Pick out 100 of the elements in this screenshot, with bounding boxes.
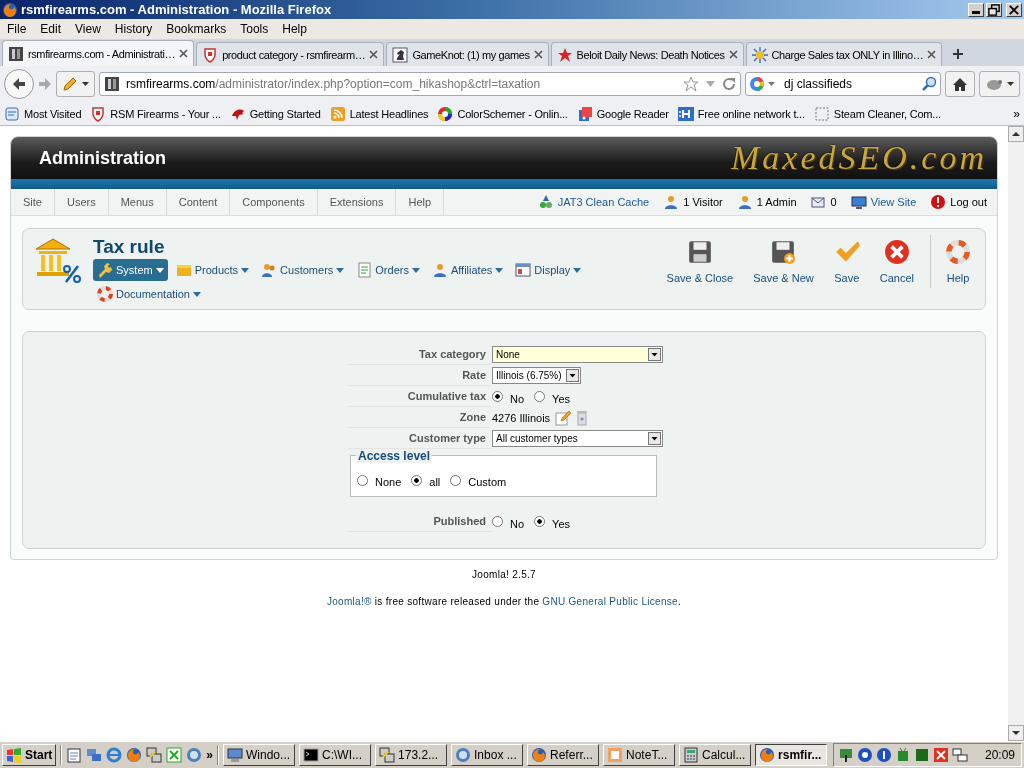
browser-tab[interactable]: GameKnot: (1) my games: [386, 42, 549, 66]
search-icon[interactable]: [921, 76, 937, 92]
radio-button[interactable]: [534, 516, 546, 527]
admin-menu-item[interactable]: Extensions: [317, 189, 397, 215]
warning-icon[interactable]: [932, 747, 949, 763]
browser-tab[interactable]: rsmfirearms.com - Administrati…: [2, 40, 195, 66]
putty-icon[interactable]: [146, 747, 163, 763]
toolbar-button[interactable]: Help: [930, 235, 975, 288]
taskbar-button[interactable]: rsmfir...: [755, 744, 828, 766]
scroll-down-icon[interactable]: [1008, 725, 1024, 741]
taskbar-button[interactable]: C:\WI...: [299, 744, 372, 766]
firefox-icon[interactable]: [126, 747, 143, 763]
admin-menu-item[interactable]: Users: [54, 189, 109, 215]
menu-item[interactable]: Bookmarks: [159, 22, 234, 36]
dropdown[interactable]: Illinois (6.75%): [492, 367, 581, 384]
menu-button[interactable]: Customers: [257, 259, 349, 281]
bookmark-item[interactable]: Getting Started: [229, 105, 321, 122]
bookmark-item[interactable]: Free online network t...: [677, 105, 805, 122]
browser-tab[interactable]: product category - rsmfirearm…: [196, 42, 385, 66]
bookmark-item[interactable]: Google Reader: [576, 105, 669, 122]
admin-menu-item[interactable]: Site: [11, 189, 55, 215]
edit-button[interactable]: [56, 71, 95, 97]
admin-menu-item[interactable]: Menus: [108, 189, 167, 215]
bookmark-item[interactable]: Most Visited: [4, 105, 82, 122]
menu-button[interactable]: Display: [511, 259, 586, 281]
toolbar-button[interactable]: Save: [829, 239, 864, 284]
pencil-icon: [62, 76, 78, 92]
radio-button[interactable]: [450, 474, 462, 486]
start-button[interactable]: Start: [2, 744, 57, 766]
admin-menu-item[interactable]: Components: [230, 189, 318, 215]
radio-button[interactable]: [357, 474, 368, 486]
email-icon[interactable]: [186, 747, 203, 763]
taskbar-button[interactable]: NoteT...: [603, 744, 676, 766]
home-button[interactable]: [945, 71, 975, 97]
dropdown[interactable]: None: [492, 346, 663, 363]
radio-button[interactable]: [411, 474, 423, 486]
footer-link[interactable]: GNU General Public License: [542, 596, 678, 607]
close-button[interactable]: [1006, 2, 1022, 17]
radio-button[interactable]: [492, 516, 503, 527]
network-icon[interactable]: [837, 747, 854, 763]
ie-icon[interactable]: [106, 747, 123, 763]
menu-button[interactable]: Products: [171, 259, 254, 281]
caret-icon[interactable]: [768, 82, 775, 86]
bookmark-item[interactable]: ColorSchemer - Onlin...: [437, 105, 568, 122]
footer-link[interactable]: Joomla!®: [326, 596, 372, 607]
close-icon[interactable]: [728, 50, 738, 59]
admin-menu-item[interactable]: Help: [396, 189, 445, 215]
menu-item[interactable]: File: [0, 22, 34, 36]
menu-item[interactable]: Tools: [233, 22, 276, 36]
monitors-icon[interactable]: [951, 747, 968, 763]
back-button[interactable]: [4, 69, 34, 99]
toolbar-button[interactable]: Save & New: [749, 239, 818, 284]
menu-button[interactable]: System: [93, 259, 168, 281]
edit-icon[interactable]: [555, 409, 572, 426]
menu-button[interactable]: Documentation: [93, 283, 205, 305]
taskbar-button[interactable]: Calcul...: [679, 744, 752, 766]
radio-label: all: [429, 476, 441, 488]
radio-button[interactable]: [534, 391, 546, 402]
restore-button[interactable]: [986, 2, 1002, 17]
search-field[interactable]: dj classifieds: [745, 72, 941, 96]
menu-item[interactable]: View: [68, 22, 108, 36]
more-button[interactable]: »: [206, 748, 214, 762]
menu-item[interactable]: Help: [275, 22, 314, 36]
bookmark-item[interactable]: Steam Cleaner, Com...: [813, 105, 941, 122]
vertical-scrollbar[interactable]: [1008, 126, 1024, 741]
admin-menu-item[interactable]: Content: [166, 189, 231, 215]
site-icon: [8, 45, 24, 62]
status-link[interactable]: JAT3 Clean Cache: [557, 196, 650, 208]
notepad-icon[interactable]: [66, 747, 83, 763]
bookmark-item[interactable]: RSM Firearms - Your ...: [90, 105, 221, 122]
bookmark-item[interactable]: Latest Headlines: [329, 105, 429, 122]
address-bar[interactable]: rsmfirearms.com/administrator/index.php?option=com_hikashop&ctrl=taxation: [99, 72, 741, 96]
scroll-up-icon[interactable]: [1008, 126, 1024, 142]
bookmark-star-icon[interactable]: [683, 76, 699, 92]
menu-button[interactable]: Orders: [352, 259, 424, 281]
taskbar-button[interactable]: 173.2...: [375, 744, 448, 766]
menu-item[interactable]: History: [107, 22, 160, 36]
reload-icon[interactable]: [722, 77, 736, 91]
minimize-button[interactable]: [968, 2, 984, 17]
info-icon[interactable]: [875, 747, 892, 763]
menu-button[interactable]: Affiliates: [427, 259, 508, 281]
status-link[interactable]: View Site: [870, 196, 917, 208]
taskbar-button[interactable]: Windo...: [223, 744, 296, 766]
dropdown[interactable]: All customer types: [492, 430, 663, 447]
more-bookmarks-button[interactable]: »: [1013, 106, 1020, 121]
search-engine-icon[interactable]: [749, 76, 765, 92]
close-icon[interactable]: [927, 50, 937, 59]
toolbar-button[interactable]: Save & Close: [662, 239, 738, 284]
close-icon[interactable]: [369, 50, 379, 59]
menu-item[interactable]: Edit: [33, 22, 69, 36]
taskbar-button[interactable]: Inbox ...: [451, 744, 524, 766]
toolbar-button[interactable]: Cancel: [875, 239, 918, 284]
close-icon[interactable]: [533, 50, 543, 59]
browser-tab[interactable]: Charge Sales tax ONLY in Illino…: [745, 42, 943, 66]
tab-title: product category - rsmfirearm…: [222, 48, 366, 61]
browser-tab[interactable]: Beloit Daily News: Death Notices: [550, 42, 744, 66]
spreadsheet-icon[interactable]: [166, 747, 183, 763]
taskbar-button[interactable]: Referr...: [527, 744, 600, 766]
radio-button[interactable]: [492, 391, 503, 402]
close-icon[interactable]: [179, 49, 189, 58]
